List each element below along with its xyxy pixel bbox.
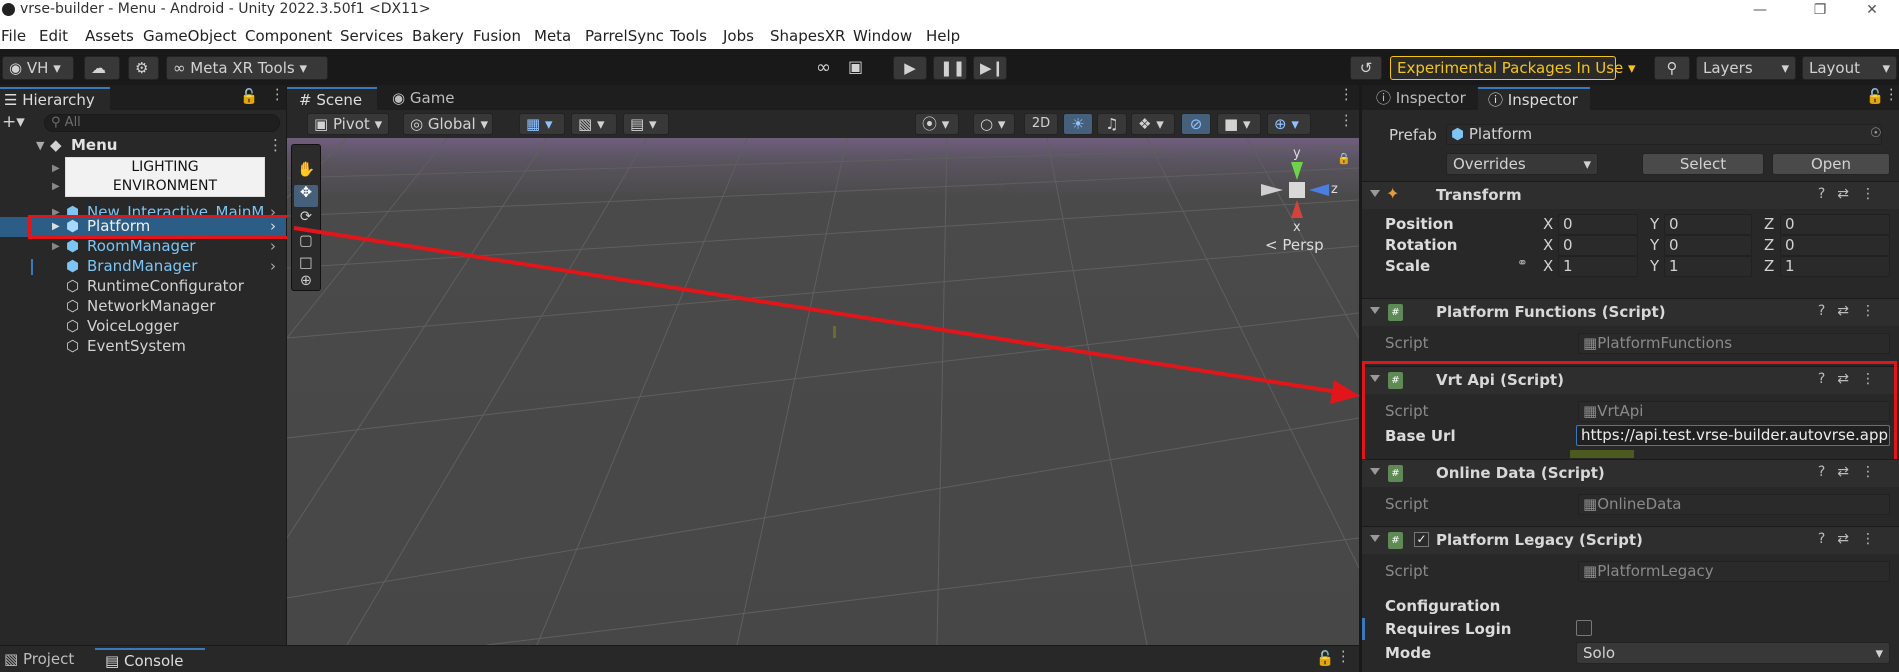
annotation-arrow <box>293 226 1360 404</box>
